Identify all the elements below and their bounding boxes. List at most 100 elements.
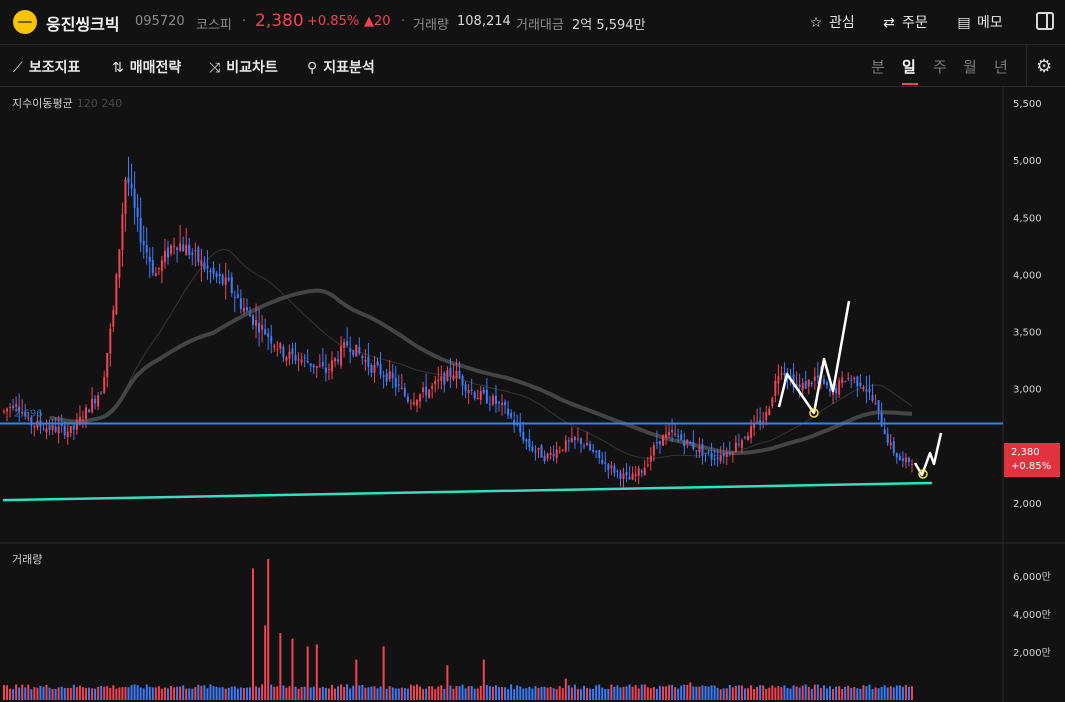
- shuffle-icon: ⤨: [209, 60, 221, 76]
- candle: [200, 248, 203, 282]
- candle-body: [3, 410, 5, 412]
- candle-body: [194, 250, 197, 252]
- volume-bar: [898, 685, 901, 700]
- volume-bar: [203, 685, 206, 700]
- candle: [710, 442, 713, 467]
- candle-body: [403, 388, 406, 396]
- volume-bar: [540, 687, 543, 700]
- volume-bar: [838, 686, 841, 700]
- candle-body: [555, 449, 558, 459]
- candle-body: [312, 364, 315, 368]
- candle-body: [367, 356, 370, 367]
- candle-body: [103, 377, 106, 393]
- order-button[interactable]: ⇄ 주문: [880, 12, 928, 32]
- candle-body: [698, 447, 701, 453]
- candle-body: [461, 376, 464, 386]
- volume-bar: [783, 685, 786, 700]
- volume-bar: [880, 686, 883, 700]
- candle: [850, 375, 853, 388]
- volume-bar: [704, 686, 707, 700]
- volume-bar: [516, 685, 519, 700]
- price-chart[interactable]: 2,0002,5003,0003,5004,0004,5005,0005,500…: [0, 87, 1065, 702]
- candle: [762, 412, 765, 429]
- candle: [106, 352, 109, 388]
- volume-bar: [106, 686, 109, 700]
- candle-body: [33, 426, 36, 428]
- volume-bar: [224, 688, 227, 700]
- candle-body: [337, 359, 340, 362]
- analysis-label: 지표분석: [323, 60, 375, 76]
- candle: [282, 344, 285, 362]
- candle: [549, 446, 552, 460]
- candle: [576, 427, 579, 443]
- memo-button[interactable]: ▤ 메모: [955, 12, 1002, 32]
- indicator-button[interactable]: ⟋ 보조지표: [13, 57, 80, 77]
- volume-bar: [847, 685, 850, 700]
- candle-body: [561, 449, 564, 451]
- candle: [9, 403, 12, 417]
- candle-body: [236, 294, 239, 298]
- candle: [309, 363, 312, 373]
- volume-bar: [176, 686, 179, 700]
- period-day[interactable]: 일: [902, 56, 916, 77]
- compare-button[interactable]: ⤨ 비교차트: [209, 57, 278, 77]
- candle-body: [601, 460, 604, 464]
- candle: [340, 335, 343, 369]
- candle: [865, 375, 868, 404]
- candle-body: [206, 265, 209, 269]
- candle-body: [258, 322, 261, 333]
- gear-icon[interactable]: ⚙: [1036, 56, 1052, 77]
- candle: [528, 429, 531, 452]
- volume-bar: [352, 685, 355, 700]
- candle-body: [674, 433, 677, 435]
- candle: [443, 371, 446, 393]
- candle: [883, 417, 886, 435]
- stock-name[interactable]: 웅진씽크빅: [46, 11, 120, 35]
- volume-bar: [57, 687, 60, 700]
- period-week[interactable]: 주: [933, 56, 947, 77]
- period-year[interactable]: 년: [994, 56, 1008, 77]
- volume-bar: [810, 688, 813, 700]
- volume-bar: [382, 646, 385, 700]
- side-panel-toggle-icon[interactable]: [1036, 12, 1054, 30]
- period-minute[interactable]: 분: [871, 56, 885, 77]
- candle-body: [431, 386, 434, 389]
- candle: [564, 434, 567, 453]
- candle: [804, 370, 807, 389]
- volume-bar: [631, 686, 634, 700]
- volume-bar: [109, 688, 112, 700]
- analysis-button[interactable]: ⚲ 지표분석: [307, 57, 375, 77]
- candle-body: [203, 262, 206, 270]
- volume-bar: [242, 687, 245, 700]
- interest-button[interactable]: ☆ 관심: [807, 12, 855, 32]
- volume-bar: [546, 687, 549, 700]
- volume-bar: [431, 686, 434, 700]
- candle-body: [142, 240, 145, 246]
- candle: [230, 272, 233, 297]
- candle: [822, 375, 825, 386]
- candle-body: [182, 244, 185, 252]
- candle: [437, 366, 440, 390]
- candle: [473, 390, 476, 401]
- candle: [658, 440, 661, 454]
- volume-bar: [640, 684, 643, 700]
- candle-body: [81, 419, 84, 421]
- volume-bar: [722, 688, 725, 700]
- volume-bar: [245, 687, 248, 700]
- period-month[interactable]: 월: [963, 56, 977, 77]
- candle: [774, 373, 777, 403]
- candle: [285, 355, 288, 367]
- candle: [552, 445, 555, 462]
- candle: [771, 396, 774, 409]
- volume-bar: [628, 684, 631, 700]
- candle-body: [552, 454, 555, 457]
- candle-body: [610, 465, 613, 468]
- candle-body: [382, 375, 385, 377]
- volume-bar: [358, 685, 361, 700]
- candle: [97, 392, 100, 411]
- candle: [877, 400, 880, 420]
- strategy-button[interactable]: ⇅ 매매전략: [112, 57, 181, 77]
- candle: [519, 413, 522, 437]
- stock-header: 웅진씽크빅 095720 코스피 · 2,380 +0.85% ▲20 · 거래…: [0, 0, 1065, 45]
- candle: [516, 414, 519, 427]
